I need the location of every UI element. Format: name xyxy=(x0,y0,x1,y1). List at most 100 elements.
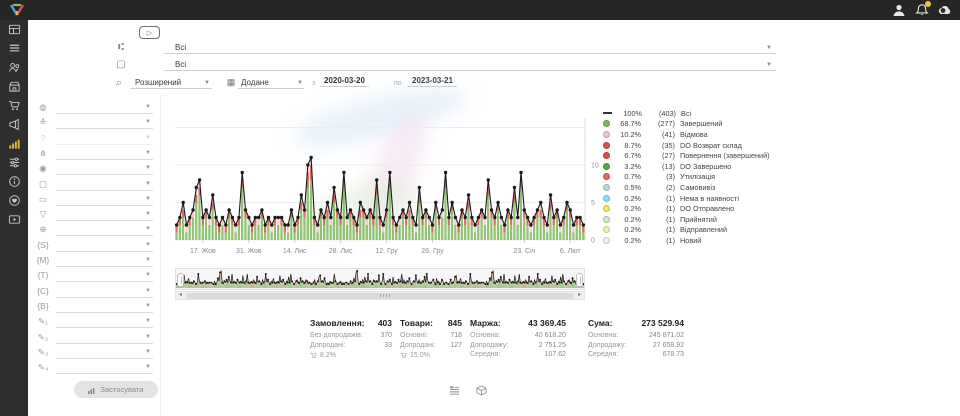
svg-text:31. Жов: 31. Жов xyxy=(236,248,262,255)
apply-button-label: Застосувати xyxy=(100,385,143,394)
nav-store-icon[interactable] xyxy=(0,77,28,96)
package-filter[interactable]: ▢▼ xyxy=(28,179,161,193)
scroll-right-icon[interactable]: ▸ xyxy=(575,292,584,299)
utm-term-filter-icon: {T} xyxy=(36,270,50,280)
custom-field-1-filter[interactable]: ✎₁▼ xyxy=(28,316,161,330)
nav-campaigns-icon[interactable] xyxy=(0,115,28,134)
nav-video-icon[interactable] xyxy=(0,210,28,229)
custom-field-4-filter-icon: ✎₄ xyxy=(36,362,50,373)
utm-medium-filter[interactable]: {M}▼ xyxy=(28,255,161,269)
date-field-select[interactable]: Додане ▼ xyxy=(238,75,304,89)
upsell-percent: 15.0% xyxy=(400,352,462,359)
utm-campaign-filter[interactable]: {C}▼ xyxy=(28,286,161,300)
legend-item[interactable]: 0.2%(1)Нема в наявності xyxy=(603,193,770,204)
funnel-filter[interactable]: ▽▼ xyxy=(28,209,161,223)
date-from-label: з xyxy=(312,80,315,87)
package-view-icon[interactable] xyxy=(476,385,487,396)
help-video-icon[interactable]: ▷ xyxy=(139,26,160,39)
legend-item[interactable]: 3.2%(13)DO Завершено xyxy=(603,161,770,172)
brand-logo-icon[interactable] xyxy=(9,2,25,18)
source-filter[interactable]: ◍▼ xyxy=(28,102,161,116)
svg-text:14. Лис: 14. Лис xyxy=(283,248,307,255)
chevron-down-icon: ▼ xyxy=(145,288,151,294)
legend-item[interactable]: 0.2%(1)DO Отправлено xyxy=(603,203,770,214)
search-icon[interactable]: ⌕ xyxy=(112,77,126,90)
summary-stats: Замовлення:403Без допродажів:370Допродан… xyxy=(300,318,720,374)
orders-chart[interactable]: 051017. Жов31. Жов14. Лис28. Лис12. Гру2… xyxy=(175,98,607,260)
legend-line-swatch xyxy=(603,112,612,114)
stat-column: Сума:273 529.94Основна:245 871.02Допрода… xyxy=(588,318,684,361)
date-field-value: Додане xyxy=(241,78,269,87)
svg-text:5: 5 xyxy=(591,200,595,207)
svg-text:28. Лис: 28. Лис xyxy=(329,248,353,255)
weather-cloud-icon[interactable] xyxy=(938,3,952,17)
status-filter-select[interactable]: Всі ▼ xyxy=(164,40,776,54)
legend-item[interactable]: 100%(403)Всі xyxy=(603,108,770,119)
list-view-icon[interactable] xyxy=(449,385,460,396)
legend-dot-swatch xyxy=(603,131,610,138)
custom-field-4-filter[interactable]: ✎₄▼ xyxy=(28,362,161,376)
payment-filter[interactable]: ▭▼ xyxy=(28,194,161,208)
level-filter[interactable]: ≙▼ xyxy=(28,117,161,131)
search-mode-select[interactable]: Розширений ▼ xyxy=(130,75,212,89)
nav-clients-icon[interactable] xyxy=(0,58,28,77)
legend-item[interactable]: 8.7%(35)DO Возврат склад xyxy=(603,140,770,151)
fingerprint-filter[interactable]: ◉▼ xyxy=(28,163,161,177)
svg-text:0: 0 xyxy=(591,238,595,245)
legend-dot-swatch xyxy=(603,173,610,180)
chart-brush[interactable] xyxy=(175,268,585,290)
legend-item[interactable]: 0.5%(2)Самовивіз xyxy=(603,182,770,193)
level-filter-icon: ≙ xyxy=(36,117,50,128)
brush-handle-left[interactable] xyxy=(177,273,184,287)
region-filter[interactable]: ⊕▼ xyxy=(28,224,161,238)
chart-scrollbar[interactable]: ◂ ▸ xyxy=(175,291,585,300)
nav-dashboard-icon[interactable] xyxy=(0,20,28,39)
legend-item[interactable]: 0.2%(1)Прийнятий xyxy=(603,214,770,225)
upsell-cart-icon xyxy=(310,352,317,359)
nav-orders-icon[interactable] xyxy=(0,39,28,58)
custom-field-1-filter-icon: ✎₁ xyxy=(36,316,50,327)
scrollbar-thumb[interactable] xyxy=(186,293,574,299)
legend-item[interactable]: 0.2%(1)Відправлений xyxy=(603,225,770,236)
legend-dot-swatch xyxy=(603,184,610,191)
legend-item[interactable]: 0.7%(3)Утилізація xyxy=(603,172,770,183)
date-from-input[interactable]: 2020-03-20 xyxy=(320,76,369,87)
utm-term-filter[interactable]: {T}▼ xyxy=(28,270,161,284)
hierarchy-filter[interactable]: ⋔▼ xyxy=(28,148,161,162)
chevron-down-icon: ▼ xyxy=(145,119,151,125)
notifications-bell-icon[interactable] xyxy=(915,3,929,17)
fingerprint-filter-icon: ◉ xyxy=(36,163,50,174)
date-to-input[interactable]: 2023-03-21 xyxy=(408,76,457,87)
nav-statistics-icon[interactable] xyxy=(0,134,28,153)
nav-info-icon[interactable] xyxy=(0,172,28,191)
scroll-left-icon[interactable]: ◂ xyxy=(176,292,185,299)
svg-text:12. Гру: 12. Гру xyxy=(375,248,398,255)
chevron-down-icon: ▼ xyxy=(145,226,151,232)
svg-text:17. Жов: 17. Жов xyxy=(190,248,216,255)
legend-item[interactable]: 68.7%(277)Завершений xyxy=(603,119,770,130)
stat-title-row: Сума:273 529.94 xyxy=(588,318,684,328)
nav-care-icon[interactable] xyxy=(0,191,28,210)
chevron-down-icon: ▼ xyxy=(145,181,151,187)
utm-content-filter[interactable]: {B}▼ xyxy=(28,301,161,315)
footer-view-toggles xyxy=(449,385,487,396)
nav-cart-icon[interactable] xyxy=(0,96,28,115)
legend-item[interactable]: 10.2%(41)Відмова xyxy=(603,129,770,140)
brush-handle-right[interactable] xyxy=(576,273,583,287)
nav-settings-icon[interactable] xyxy=(0,153,28,172)
svg-text:10: 10 xyxy=(591,163,599,170)
help-filter[interactable]: ?▼ xyxy=(28,133,161,147)
chevron-down-icon: ▼ xyxy=(145,150,151,156)
custom-field-2-filter[interactable]: ✎₂ ▼ xyxy=(28,332,161,346)
chevron-down-icon: ▼ xyxy=(145,334,151,340)
legend-item[interactable]: 0.2%(1)Новий xyxy=(603,235,770,246)
utm-source-filter[interactable]: {S}▼ xyxy=(28,240,161,254)
product-filter-select[interactable]: Всі ▼ xyxy=(164,57,776,71)
custom-field-2-filter-icon: ✎₂ xyxy=(36,332,50,343)
custom-field-3-filter[interactable]: ✎₃▼ xyxy=(28,347,161,361)
apply-button[interactable]: Застосувати xyxy=(74,381,158,398)
user-avatar-icon[interactable] xyxy=(892,3,906,17)
legend-item[interactable]: 6.7%(27)Повернення (завершений) xyxy=(603,150,770,161)
stat-column: Товари:845Основні:718Допродані:12715.0% xyxy=(400,318,462,359)
notification-badge xyxy=(925,1,931,7)
